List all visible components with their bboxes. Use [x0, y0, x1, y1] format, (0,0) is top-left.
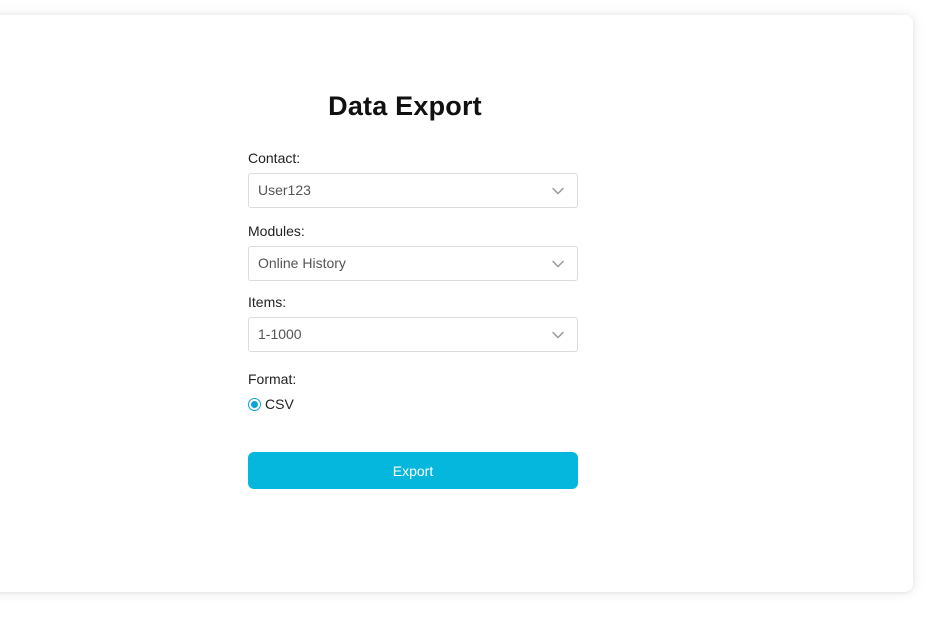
radio-selected-icon[interactable] [248, 397, 261, 411]
format-label: Format: [248, 371, 297, 387]
export-button[interactable]: Export [248, 452, 578, 489]
chevron-down-icon [552, 260, 564, 268]
items-label: Items: [248, 294, 287, 310]
export-form: Contact: User123 Modules: Online History… [248, 149, 578, 414]
items-select-value: 1-1000 [258, 326, 302, 342]
page-title: Data Export [328, 91, 482, 121]
format-option-csv[interactable]: CSV [248, 394, 578, 414]
contact-select-value: User123 [258, 182, 311, 198]
modules-label: Modules: [248, 223, 305, 239]
format-option-label: CSV [265, 396, 294, 412]
items-select[interactable]: 1-1000 [248, 317, 578, 352]
contact-select[interactable]: User123 [248, 173, 578, 208]
modules-select-value: Online History [258, 255, 346, 271]
chevron-down-icon [552, 187, 564, 195]
contact-label: Contact: [248, 150, 301, 166]
modules-select[interactable]: Online History [248, 246, 578, 281]
chevron-down-icon [552, 331, 564, 339]
